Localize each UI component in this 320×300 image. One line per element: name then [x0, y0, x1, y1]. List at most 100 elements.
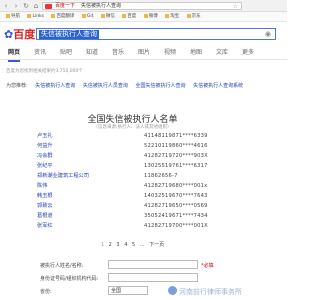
recommend-link[interactable]: 失信被执行人员查询 — [83, 83, 128, 89]
record-id: 41282719650****0569 — [144, 203, 208, 209]
tab-music[interactable]: 音乐 — [112, 46, 124, 60]
record-id: 14032519670****7643 — [144, 193, 208, 199]
wechat-icon — [168, 286, 177, 295]
baidu-logo[interactable]: ✿百度 — [4, 26, 35, 42]
record-id: 11862656-7 — [144, 173, 178, 179]
record-name: 张军红 — [37, 223, 53, 229]
id-label: 身份证号码/组织机构代码: — [40, 276, 99, 282]
list-item[interactable]: 郭致云 41282719650****0569 — [30, 202, 235, 211]
tab-images[interactable]: 图片 — [138, 46, 150, 60]
record-name: 郑新潮业建筑工程公司 — [37, 173, 89, 179]
record-id: 35052419671****7434 — [144, 213, 208, 219]
pagination: 1 2 3 4 5 ... 下一页 — [30, 241, 235, 248]
page-link[interactable]: 4 — [124, 242, 127, 248]
record-id: 41148119871****6339 — [144, 133, 208, 139]
record-name: 冯会群 — [37, 153, 53, 159]
address-url: 百度一下 — [55, 3, 76, 9]
recommend-link[interactable]: 失信被执行人查询 — [35, 83, 75, 89]
record-name: 郭致云 — [37, 203, 53, 209]
name-field[interactable] — [108, 260, 198, 269]
tab-more[interactable]: 更多 — [242, 46, 254, 60]
dishonest-list-card: 全国失信被执行人名单 （信息来源:执行人、法人或其他组织） 卢玉礼 4114811… — [30, 100, 235, 295]
province-select[interactable]: 全国 — [108, 286, 148, 295]
recommend-bar: 为您推荐: 失信被执行人查询 失信被执行人员查询 全国失信被执行人查询 失信被执… — [6, 82, 286, 90]
paw-icon: ✿ — [4, 28, 14, 41]
folder-icon — [122, 13, 127, 18]
card-subtitle: （信息来源:执行人、法人或其他组织） — [93, 125, 172, 130]
bookmark-item[interactable]: 京东 — [186, 12, 201, 21]
list-item[interactable]: 卢玉礼 41148119871****6339 — [30, 132, 235, 141]
star-icon[interactable]: ☆ — [233, 3, 238, 10]
tab-zhidao[interactable]: 知道 — [86, 46, 98, 60]
tab-wenku[interactable]: 文库 — [216, 46, 228, 60]
camera-icon[interactable]: ◉ — [265, 30, 271, 39]
name-row: 被执行人姓名/名称: *必填 — [30, 260, 235, 270]
record-name: 葛根道 — [37, 213, 53, 219]
bookmark-item[interactable]: 微信 — [100, 12, 115, 21]
record-name: 张纪平 — [37, 163, 53, 169]
list-item[interactable]: 陈伟 41282719680****001x — [30, 182, 235, 191]
list-item[interactable]: 张纪平 13025519761****6317 — [30, 162, 235, 171]
record-name: 卢玉礼 — [37, 133, 53, 139]
next-page-link[interactable]: 下一页 — [149, 241, 164, 248]
refresh-icon[interactable]: ↻ — [22, 2, 30, 10]
search-query: 失信被执行人查询 — [39, 30, 99, 39]
folder-icon — [100, 13, 105, 18]
back-icon[interactable]: ‹ — [2, 2, 10, 10]
record-id: 13025519761****6317 — [144, 163, 208, 169]
folder-icon — [51, 13, 56, 18]
folder-icon — [27, 13, 32, 18]
browser-toolbar: ‹ › ↻ ⌂ 百度一下 失信被执行人查询 ☆ — [0, 0, 287, 12]
page-link[interactable]: 2 — [109, 242, 112, 248]
page-link[interactable]: 1 — [101, 242, 104, 248]
required-mark: *必填 — [201, 263, 214, 269]
page-ellipsis: ... — [139, 242, 145, 248]
watermark-text: 河南前行律师事务所 — [179, 288, 242, 296]
province-label: 省份: — [40, 289, 52, 295]
record-id: 41282719720****903X — [144, 153, 208, 159]
page-link[interactable]: 3 — [116, 242, 119, 248]
search-input[interactable]: 失信被执行人查询 ◉ — [36, 28, 276, 40]
bookmark-item[interactable]: 淘宝 — [165, 12, 179, 21]
list-item[interactable]: 何益升 52210119860****4616 — [30, 142, 235, 151]
address-page-title: 失信被执行人查询 — [81, 3, 122, 9]
home-icon[interactable]: ⌂ — [32, 2, 40, 10]
bookmark-item[interactable]: 百度 — [122, 12, 136, 21]
list-item[interactable]: 张军红 41282719700****001X — [30, 222, 235, 231]
list-item[interactable]: 冯会群 41282719720****903X — [30, 152, 235, 161]
address-bar[interactable]: 百度一下 失信被执行人查询 ☆ — [42, 2, 242, 10]
bookmark-item[interactable]: 导航 — [6, 12, 20, 21]
folder-icon — [143, 13, 148, 18]
recommend-link[interactable]: 失信被执行人查询系统 — [193, 83, 243, 89]
record-id: 41282719700****001X — [144, 223, 208, 229]
tab-web[interactable]: 网页 — [8, 46, 21, 62]
folder-icon — [81, 13, 86, 18]
list-item[interactable]: 韩玉根 14032519670****7643 — [30, 192, 235, 201]
folder-icon — [6, 13, 10, 18]
bookmark-item[interactable]: 微博 — [143, 12, 158, 21]
result-count: 百度为您找到相关结果约3,750,000个 — [6, 69, 83, 74]
bookmark-item[interactable]: Git — [81, 12, 93, 21]
bookmark-item[interactable]: 百度翻译 — [51, 12, 74, 21]
record-name: 陈伟 — [37, 183, 48, 189]
watermark: 河南前行律师事务所 — [168, 286, 286, 298]
tab-news[interactable]: 资讯 — [34, 46, 46, 60]
recommend-link[interactable]: 全国失信被执行人查询 — [136, 83, 186, 89]
record-id: 52210119860****4616 — [144, 143, 208, 149]
id-row: 身份证号码/组织机构代码: — [30, 273, 235, 283]
search-tabs: 网页 资讯 贴吧 知道 音乐 图片 视频 地图 文库 更多 — [0, 46, 287, 62]
record-id: 41282719680****001x — [144, 183, 208, 189]
tab-map[interactable]: 地图 — [190, 46, 202, 60]
id-field[interactable] — [108, 273, 198, 282]
recommend-label: 为您推荐: — [6, 83, 28, 89]
list-item[interactable]: 郑新潮业建筑工程公司 11862656-7 — [30, 172, 235, 181]
record-name: 何益升 — [37, 143, 53, 149]
forward-icon[interactable]: › — [12, 2, 20, 10]
tab-video[interactable]: 视频 — [164, 46, 176, 60]
list-item[interactable]: 葛根道 35052419671****7434 — [30, 212, 235, 221]
page-link[interactable]: 5 — [132, 242, 135, 248]
name-label: 被执行人姓名/名称: — [40, 263, 84, 269]
bookmarks-bar: 导航 Links 百度翻译 Git 微信 百度 微博 淘宝 京东 — [0, 12, 287, 22]
bookmark-item[interactable]: Links — [27, 12, 44, 21]
tab-tieba[interactable]: 贴吧 — [60, 46, 72, 60]
